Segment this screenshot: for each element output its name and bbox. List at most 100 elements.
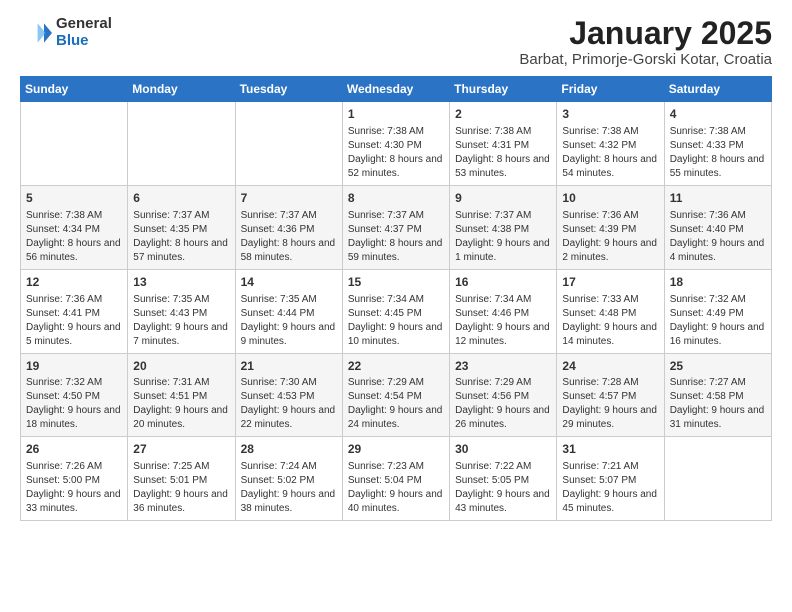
weekday-header-sunday: Sunday	[21, 77, 128, 102]
logo-text: General Blue	[56, 16, 112, 49]
calendar-cell: 1 Sunrise: 7:38 AMSunset: 4:30 PMDaylight…	[342, 102, 449, 186]
calendar-cell: 7Sunrise: 7:37 AMSunset: 4:36 PMDaylight…	[235, 185, 342, 269]
calendar-cell: 29 Sunrise: 7:23 AMSunset: 5:04 PMDayligh…	[342, 437, 449, 521]
calendar-cell: 23Sunrise: 7:29 AMSunset: 4:56 PMDayligh…	[450, 353, 557, 437]
title-block: January 2025 Barbat, Primorje-Gorski Kot…	[519, 16, 772, 68]
day-info: Sunrise: 7:36 AMSunset: 4:41 PMDaylight:…	[26, 293, 122, 349]
weekday-header-thursday: Thursday	[450, 77, 557, 102]
calendar-cell: 25Sunrise: 7:27 AMSunset: 4:58 PMDayligh…	[664, 353, 771, 437]
day-number: 11	[670, 190, 766, 207]
calendar-cell: 4 Sunrise: 7:38 AMSunset: 4:33 PMDaylight…	[664, 102, 771, 186]
logo-general: General	[56, 15, 112, 32]
weekday-header-monday: Monday	[128, 77, 235, 102]
calendar-week-2: 5Sunrise: 7:38 AMSunset: 4:34 PMDaylight…	[21, 185, 772, 269]
day-info: Sunrise: 7:30 AMSunset: 4:53 PMDaylight:…	[241, 376, 337, 432]
calendar-cell: 21Sunrise: 7:30 AMSunset: 4:53 PMDayligh…	[235, 353, 342, 437]
day-number: 27	[133, 441, 229, 458]
calendar-cell: 22Sunrise: 7:29 AMSunset: 4:54 PMDayligh…	[342, 353, 449, 437]
day-number: 29	[348, 441, 444, 458]
calendar-cell: 30 Sunrise: 7:22 AMSunset: 5:05 PMDayligh…	[450, 437, 557, 521]
calendar-cell: 17 Sunrise: 7:33 AMSunset: 4:48 PMDayligh…	[557, 269, 664, 353]
page: General Blue January 2025 Barbat, Primor…	[0, 0, 792, 612]
calendar-cell: 20Sunrise: 7:31 AMSunset: 4:51 PMDayligh…	[128, 353, 235, 437]
calendar-week-1: 1 Sunrise: 7:38 AMSunset: 4:30 PMDaylight…	[21, 102, 772, 186]
calendar-cell: 11 Sunrise: 7:36 AMSunset: 4:40 PMDayligh…	[664, 185, 771, 269]
day-number: 4	[670, 106, 766, 123]
logo: General Blue	[20, 16, 112, 49]
day-info: Sunrise: 7:21 AMSunset: 5:07 PMDaylight:…	[562, 460, 658, 516]
day-info: Sunrise: 7:38 AMSunset: 4:30 PMDaylight:…	[348, 125, 444, 181]
day-info: Sunrise: 7:37 AMSunset: 4:38 PMDaylight:…	[455, 209, 551, 265]
calendar-cell: 6Sunrise: 7:37 AMSunset: 4:35 PMDaylight…	[128, 185, 235, 269]
day-number: 18	[670, 274, 766, 291]
calendar-cell: 18 Sunrise: 7:32 AMSunset: 4:49 PMDayligh…	[664, 269, 771, 353]
day-number: 13	[133, 274, 229, 291]
day-number: 12	[26, 274, 122, 291]
header: General Blue January 2025 Barbat, Primor…	[20, 16, 772, 68]
calendar-cell: 24Sunrise: 7:28 AMSunset: 4:57 PMDayligh…	[557, 353, 664, 437]
day-number: 10	[562, 190, 658, 207]
day-number: 17	[562, 274, 658, 291]
calendar-cell	[664, 437, 771, 521]
day-info: Sunrise: 7:38 AMSunset: 4:33 PMDaylight:…	[670, 125, 766, 181]
calendar-cell: 28 Sunrise: 7:24 AMSunset: 5:02 PMDayligh…	[235, 437, 342, 521]
calendar-cell: 15 Sunrise: 7:34 AMSunset: 4:45 PMDayligh…	[342, 269, 449, 353]
calendar-cell: 9Sunrise: 7:37 AMSunset: 4:38 PMDaylight…	[450, 185, 557, 269]
day-info: Sunrise: 7:33 AMSunset: 4:48 PMDaylight:…	[562, 293, 658, 349]
day-info: Sunrise: 7:37 AMSunset: 4:36 PMDaylight:…	[241, 209, 337, 265]
calendar-table: SundayMondayTuesdayWednesdayThursdayFrid…	[20, 76, 772, 521]
day-number: 26	[26, 441, 122, 458]
day-number: 24	[562, 358, 658, 375]
day-number: 19	[26, 358, 122, 375]
day-info: Sunrise: 7:37 AMSunset: 4:37 PMDaylight:…	[348, 209, 444, 265]
day-number: 28	[241, 441, 337, 458]
day-number: 2	[455, 106, 551, 123]
calendar-cell: 19Sunrise: 7:32 AMSunset: 4:50 PMDayligh…	[21, 353, 128, 437]
day-info: Sunrise: 7:24 AMSunset: 5:02 PMDaylight:…	[241, 460, 337, 516]
day-number: 14	[241, 274, 337, 291]
calendar-cell: 10Sunrise: 7:36 AMSunset: 4:39 PMDayligh…	[557, 185, 664, 269]
day-number: 15	[348, 274, 444, 291]
day-info: Sunrise: 7:29 AMSunset: 4:54 PMDaylight:…	[348, 376, 444, 432]
day-number: 20	[133, 358, 229, 375]
day-info: Sunrise: 7:26 AMSunset: 5:00 PMDaylight:…	[26, 460, 122, 516]
day-info: Sunrise: 7:38 AMSunset: 4:32 PMDaylight:…	[562, 125, 658, 181]
calendar-cell: 13 Sunrise: 7:35 AMSunset: 4:43 PMDayligh…	[128, 269, 235, 353]
day-info: Sunrise: 7:23 AMSunset: 5:04 PMDaylight:…	[348, 460, 444, 516]
day-number: 3	[562, 106, 658, 123]
day-number: 30	[455, 441, 551, 458]
day-info: Sunrise: 7:32 AMSunset: 4:49 PMDaylight:…	[670, 293, 766, 349]
day-info: Sunrise: 7:36 AMSunset: 4:40 PMDaylight:…	[670, 209, 766, 265]
day-info: Sunrise: 7:22 AMSunset: 5:05 PMDaylight:…	[455, 460, 551, 516]
calendar-cell: 5Sunrise: 7:38 AMSunset: 4:34 PMDaylight…	[21, 185, 128, 269]
day-number: 31	[562, 441, 658, 458]
day-number: 1	[348, 106, 444, 123]
day-info: Sunrise: 7:31 AMSunset: 4:51 PMDaylight:…	[133, 376, 229, 432]
weekday-header-tuesday: Tuesday	[235, 77, 342, 102]
calendar-cell: 14 Sunrise: 7:35 AMSunset: 4:44 PMDayligh…	[235, 269, 342, 353]
day-info: Sunrise: 7:38 AMSunset: 4:31 PMDaylight:…	[455, 125, 551, 181]
weekday-header-saturday: Saturday	[664, 77, 771, 102]
day-number: 16	[455, 274, 551, 291]
weekday-header-friday: Friday	[557, 77, 664, 102]
day-info: Sunrise: 7:25 AMSunset: 5:01 PMDaylight:…	[133, 460, 229, 516]
calendar-cell: 2 Sunrise: 7:38 AMSunset: 4:31 PMDaylight…	[450, 102, 557, 186]
calendar-cell	[128, 102, 235, 186]
day-info: Sunrise: 7:34 AMSunset: 4:45 PMDaylight:…	[348, 293, 444, 349]
day-info: Sunrise: 7:32 AMSunset: 4:50 PMDaylight:…	[26, 376, 122, 432]
day-number: 23	[455, 358, 551, 375]
day-info: Sunrise: 7:35 AMSunset: 4:44 PMDaylight:…	[241, 293, 337, 349]
calendar-cell: 8Sunrise: 7:37 AMSunset: 4:37 PMDaylight…	[342, 185, 449, 269]
calendar-title: January 2025	[519, 16, 772, 51]
calendar-cell	[21, 102, 128, 186]
calendar-cell: 31 Sunrise: 7:21 AMSunset: 5:07 PMDayligh…	[557, 437, 664, 521]
logo-blue: Blue	[56, 32, 89, 49]
day-info: Sunrise: 7:28 AMSunset: 4:57 PMDaylight:…	[562, 376, 658, 432]
day-info: Sunrise: 7:35 AMSunset: 4:43 PMDaylight:…	[133, 293, 229, 349]
day-info: Sunrise: 7:29 AMSunset: 4:56 PMDaylight:…	[455, 376, 551, 432]
calendar-week-5: 26 Sunrise: 7:26 AMSunset: 5:00 PMDayligh…	[21, 437, 772, 521]
calendar-cell: 26 Sunrise: 7:26 AMSunset: 5:00 PMDayligh…	[21, 437, 128, 521]
day-number: 5	[26, 190, 122, 207]
day-number: 22	[348, 358, 444, 375]
calendar-cell: 27 Sunrise: 7:25 AMSunset: 5:01 PMDayligh…	[128, 437, 235, 521]
